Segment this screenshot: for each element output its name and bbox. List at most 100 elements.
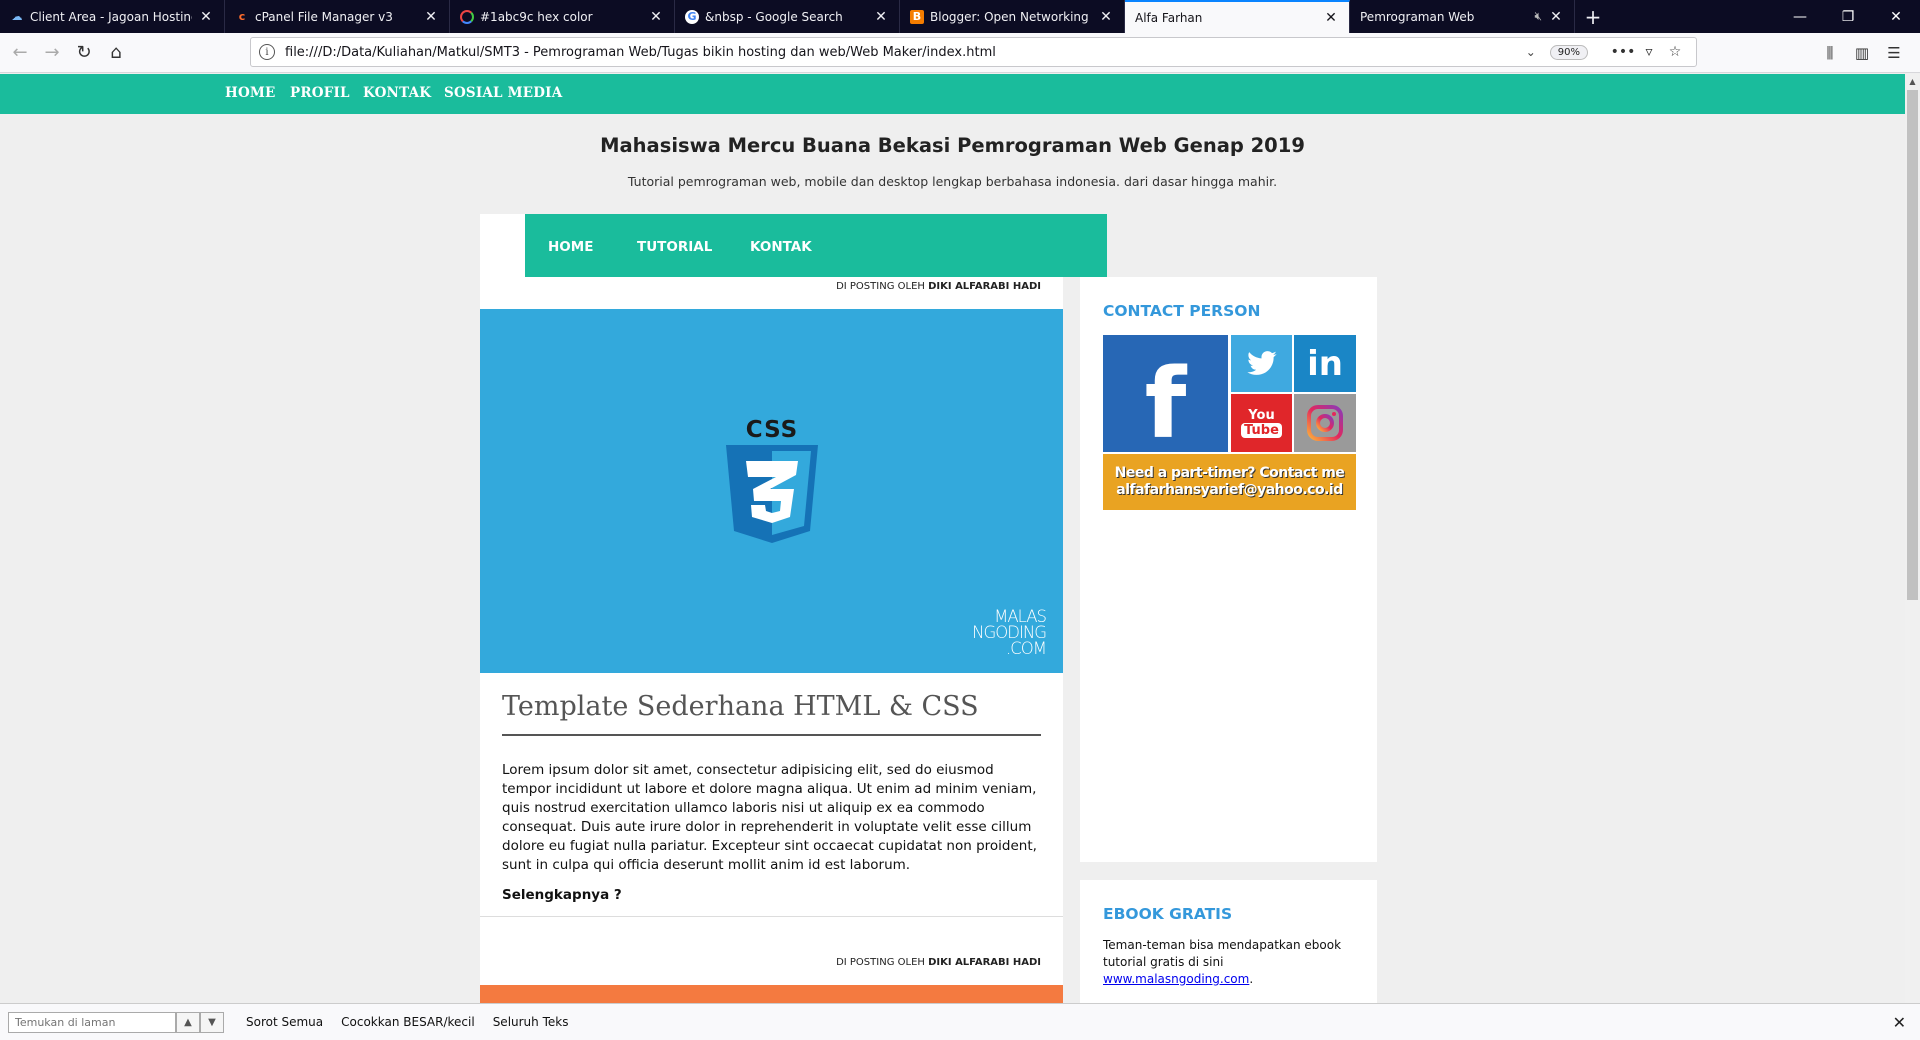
- reload-icon[interactable]: ↻: [68, 37, 100, 69]
- address-bar[interactable]: i file:///D:/Data/Kuliahan/Matkul/SMT3 -…: [250, 37, 1697, 67]
- post-body: Lorem ipsum dolor sit amet, consectetur …: [502, 762, 1037, 873]
- tab-title: &nbsp - Google Search: [705, 9, 843, 24]
- tab-title: Pemrograman Web: [1360, 9, 1475, 24]
- instagram-icon[interactable]: [1294, 394, 1356, 452]
- site-description: Tutorial pemrograman web, mobile dan des…: [627, 174, 1278, 189]
- close-tab-icon[interactable]: ✕: [1098, 9, 1114, 25]
- scrollbar-thumb[interactable]: [1907, 90, 1918, 600]
- navigation-toolbar: ← → ↻ ⌂ i file:///D:/Data/Kuliahan/Matku…: [0, 33, 1920, 73]
- contact-banner[interactable]: Need a part-timer? Contact me alfafarhan…: [1103, 454, 1356, 510]
- site-title: Mahasiswa Mercu Buana Bekasi Pemrograman…: [600, 134, 1305, 157]
- topnav-kontak-link[interactable]: KONTAK: [363, 85, 431, 101]
- back-icon[interactable]: ←: [4, 37, 36, 69]
- vertical-scrollbar[interactable]: ▲: [1905, 74, 1920, 1003]
- tab-pemrograman-web[interactable]: Pemrograman Web 🔇︎ ✕: [1350, 0, 1575, 33]
- find-next-icon[interactable]: ▼: [200, 1011, 224, 1033]
- mute-icon[interactable]: 🔇︎: [1534, 9, 1542, 24]
- linkedin-icon[interactable]: in: [1294, 335, 1356, 392]
- tab-title: Blogger: Open Networking - Ta: [930, 9, 1092, 24]
- watermark-line: .COM: [1006, 639, 1047, 658]
- youtube-label: You: [1248, 408, 1275, 423]
- whole-words-option[interactable]: Seluruh Teks: [493, 1015, 569, 1029]
- youtube-icon[interactable]: You Tube: [1231, 394, 1292, 452]
- close-tab-icon[interactable]: ✕: [873, 9, 889, 25]
- minimize-icon[interactable]: —: [1776, 0, 1824, 33]
- find-input[interactable]: [8, 1011, 176, 1033]
- tab-client-area[interactable]: ☁ Client Area - Jagoan Hosting Indon ✕: [0, 0, 225, 33]
- tab-title: #1abc9c hex color: [480, 9, 593, 24]
- forward-icon[interactable]: →: [36, 37, 68, 69]
- tab-strip: ☁ Client Area - Jagoan Hosting Indon ✕ c…: [0, 0, 1920, 33]
- mainnav-kontak-link[interactable]: KONTAK: [750, 239, 812, 255]
- blog-post: DI POSTING OLEH DIKI ALFARABI HADI CSS M…: [480, 277, 1063, 917]
- mainnav-home-link[interactable]: HOME: [548, 239, 593, 255]
- site-info-icon[interactable]: i: [259, 44, 275, 60]
- close-window-icon[interactable]: ✕: [1872, 0, 1920, 33]
- tab-blogger[interactable]: B Blogger: Open Networking - Ta ✕: [900, 0, 1125, 33]
- close-tab-icon[interactable]: ✕: [1548, 9, 1564, 25]
- home-icon[interactable]: ⌂: [100, 37, 132, 69]
- contact-email: alfafarhansyarief@yahoo.co.id: [1116, 482, 1343, 498]
- zoom-indicator[interactable]: 90%: [1549, 44, 1588, 60]
- close-tab-icon[interactable]: ✕: [648, 9, 664, 25]
- blog-post: DI POSTING OLEH DIKI ALFARABI HADI: [480, 945, 1063, 1003]
- find-bar: ▲ ▼ Sorot Semua Cocokkan BESAR/kecil Sel…: [0, 1003, 1920, 1040]
- page-actions-icon[interactable]: •••: [1610, 44, 1636, 60]
- malasngoding-watermark: MALAS NGODING .COM: [960, 608, 1047, 658]
- twitter-icon[interactable]: [1231, 335, 1292, 392]
- close-find-bar-icon[interactable]: ✕: [1893, 1013, 1906, 1032]
- hamburger-menu-icon[interactable]: ☰: [1878, 37, 1910, 69]
- topnav-profil-link[interactable]: PROFIL: [290, 85, 350, 101]
- library-icon[interactable]: ⫼: [1814, 37, 1846, 69]
- facebook-icon[interactable]: f: [1103, 335, 1228, 460]
- post-byline: DI POSTING OLEH DIKI ALFARABI HADI: [836, 281, 1041, 292]
- sidebar-toggle-icon[interactable]: ▥: [1846, 37, 1878, 69]
- post-author[interactable]: DIKI ALFARABI HADI: [928, 957, 1041, 968]
- blogger-icon: B: [910, 9, 924, 24]
- window-controls: — ❐ ✕: [1776, 0, 1920, 33]
- social-media-grid: f in You Tube Need a part-timer? Contact…: [1103, 335, 1356, 510]
- svg-text:CSS: CSS: [746, 417, 798, 443]
- bookmark-star-icon[interactable]: ☆: [1662, 44, 1688, 60]
- contact-widget: CONTACT PERSON f in You Tube Need a part…: [1080, 277, 1377, 862]
- tab-hex-color[interactable]: #1abc9c hex color ✕: [450, 0, 675, 33]
- url-text[interactable]: file:///D:/Data/Kuliahan/Matkul/SMT3 - P…: [285, 45, 1512, 60]
- color-wheel-icon: [460, 9, 474, 24]
- match-case-option[interactable]: Cocokkan BESAR/kecil: [341, 1015, 475, 1029]
- google-icon: G: [685, 9, 699, 24]
- post-image: [480, 985, 1063, 1003]
- tab-google-search[interactable]: G &nbsp - Google Search ✕: [675, 0, 900, 33]
- ebook-text: Teman-teman bisa mendapatkan ebook tutor…: [1103, 938, 1342, 969]
- post-byline: DI POSTING OLEH DIKI ALFARABI HADI: [836, 957, 1041, 968]
- highlight-all-option[interactable]: Sorot Semua: [246, 1015, 323, 1029]
- pocket-icon[interactable]: ▿: [1636, 44, 1662, 60]
- cloud-icon: ☁: [11, 10, 23, 23]
- close-tab-icon[interactable]: ✕: [198, 9, 214, 25]
- close-tab-icon[interactable]: ✕: [423, 9, 439, 25]
- tab-alfa-farhan[interactable]: Alfa Farhan ✕: [1125, 0, 1350, 33]
- restore-icon[interactable]: ❐: [1824, 0, 1872, 33]
- new-tab-button[interactable]: +: [1575, 0, 1611, 33]
- ebook-link[interactable]: www.malasngoding.com: [1103, 972, 1249, 986]
- post-author[interactable]: DIKI ALFARABI HADI: [928, 281, 1041, 292]
- scroll-up-icon[interactable]: ▲: [1905, 74, 1920, 89]
- topnav-sosial-media-link[interactable]: SOSIAL MEDIA: [444, 85, 562, 101]
- post-title[interactable]: Template Sederhana HTML & CSS: [502, 691, 1041, 736]
- chevron-down-icon[interactable]: ⌄: [1526, 45, 1536, 59]
- mainnav-tutorial-link[interactable]: TUTORIAL: [637, 239, 712, 255]
- cpanel-icon: c: [238, 10, 246, 23]
- tab-title: Client Area - Jagoan Hosting Indon: [30, 9, 192, 24]
- tab-title: cPanel File Manager v3: [255, 9, 393, 24]
- close-tab-icon[interactable]: ✕: [1323, 10, 1339, 26]
- contact-line: Need a part-timer? Contact me: [1114, 465, 1345, 481]
- read-more-link[interactable]: Selengkapnya ?: [502, 887, 622, 903]
- widget-title: CONTACT PERSON: [1103, 302, 1261, 320]
- widget-title: EBOOK GRATIS: [1103, 905, 1233, 923]
- toolbar-right: ⫼ ▥ ☰: [1814, 37, 1910, 69]
- tab-title: Alfa Farhan: [1135, 10, 1203, 25]
- topnav-home-link[interactable]: HOME: [225, 85, 276, 101]
- tab-cpanel[interactable]: c cPanel File Manager v3 ✕: [225, 0, 450, 33]
- top-navigation: HOME PROFIL KONTAK SOSIAL MEDIA: [0, 74, 1905, 114]
- main-navigation: HOME TUTORIAL KONTAK: [525, 214, 1107, 277]
- find-previous-icon[interactable]: ▲: [176, 1011, 200, 1033]
